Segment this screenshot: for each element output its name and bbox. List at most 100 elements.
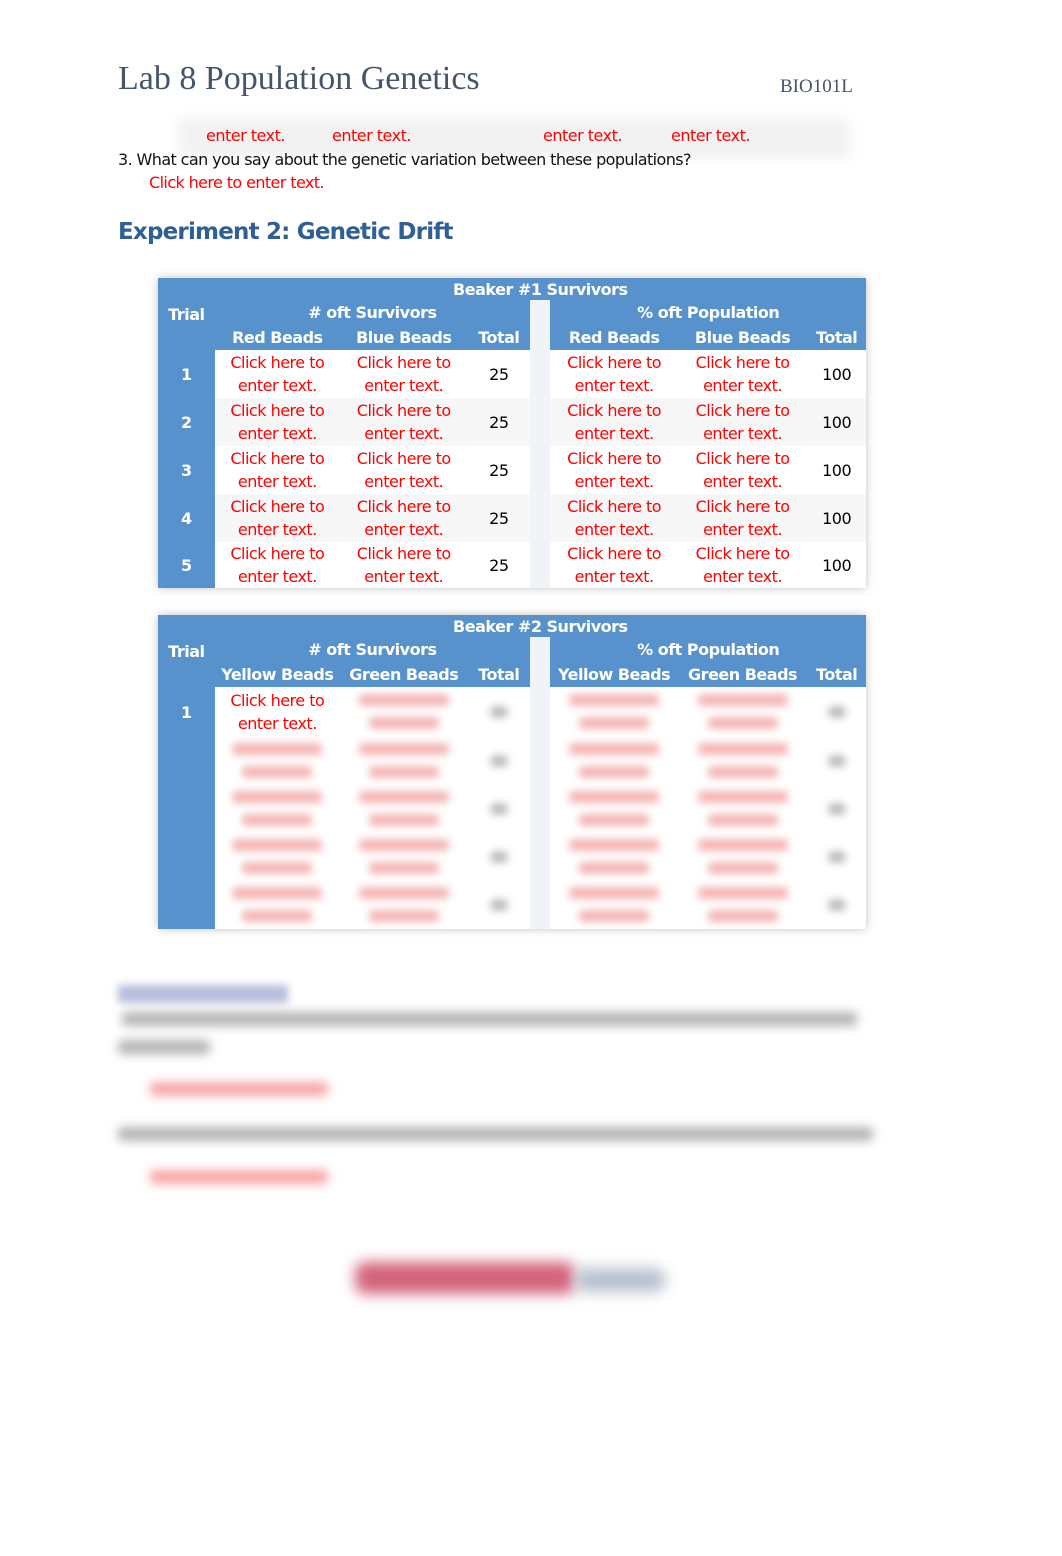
red-beads-count-field[interactable]: Click here to enter text. bbox=[214, 542, 341, 588]
placeholder-text: enter text. bbox=[364, 376, 444, 395]
yellow-beads-count-field[interactable] bbox=[214, 881, 341, 929]
placeholder-text: Click here to bbox=[567, 544, 662, 563]
green-beads-count-field[interactable] bbox=[340, 881, 468, 929]
red-beads-percent-field[interactable]: Click here to enter text. bbox=[550, 542, 678, 588]
placeholder-text: Click here to bbox=[230, 544, 325, 563]
yellow-beads-count-field[interactable] bbox=[214, 737, 341, 785]
blue-beads-percent-field[interactable]: Click here to enter text. bbox=[677, 350, 808, 398]
green-beads-count-field[interactable] bbox=[340, 687, 468, 737]
column-gap bbox=[530, 542, 551, 588]
blue-beads-count-field[interactable]: Click here to enter text. bbox=[340, 398, 468, 446]
blurred-answer-field[interactable] bbox=[150, 1082, 328, 1096]
yellow-beads-percent-field[interactable] bbox=[550, 785, 678, 833]
question-3-text: 3. What can you say about the genetic va… bbox=[118, 150, 691, 169]
blue-beads-count-field[interactable]: Click here to enter text. bbox=[340, 542, 468, 588]
placeholder-text: Click here to bbox=[230, 691, 325, 710]
green-beads-percent-field[interactable] bbox=[677, 687, 808, 737]
green-beads-count-field[interactable] bbox=[340, 785, 468, 833]
column-header: Red Beads bbox=[568, 327, 660, 347]
column-gap bbox=[530, 494, 551, 542]
placeholder-text: enter text. bbox=[237, 714, 317, 733]
column-header: Blue Beads bbox=[694, 327, 791, 347]
yellow-beads-percent-field[interactable] bbox=[550, 687, 678, 737]
column-header: Green Beads bbox=[688, 664, 798, 684]
trial-number: 2 bbox=[158, 398, 215, 446]
blue-beads-count-field[interactable]: Click here to enter text. bbox=[340, 446, 468, 494]
blurred-post-lab-heading bbox=[118, 985, 288, 1003]
trial-number: 4 bbox=[158, 494, 215, 542]
red-beads-count-field[interactable]: Click here to enter text. bbox=[214, 350, 341, 398]
placeholder-text: Click here to bbox=[230, 449, 325, 468]
table-row: 3 Click here to enter text. Click here to en… bbox=[158, 446, 866, 494]
red-beads-percent-field[interactable]: Click here to enter text. bbox=[550, 350, 678, 398]
red-beads-count-field[interactable]: Click here to enter text. bbox=[214, 446, 341, 494]
red-beads-percent-field[interactable]: Click here to enter text. bbox=[550, 494, 678, 542]
red-beads-percent-field[interactable]: Click here to enter text. bbox=[550, 398, 678, 446]
column-gap bbox=[530, 881, 551, 929]
count-total bbox=[467, 785, 531, 833]
yellow-beads-percent-field[interactable] bbox=[550, 833, 678, 881]
text-entry-field[interactable]: enter text. bbox=[543, 126, 622, 145]
count-total bbox=[467, 833, 531, 881]
section-heading: Experiment 2: Genetic Drift bbox=[118, 219, 453, 245]
red-beads-count-field[interactable]: Click here to enter text. bbox=[214, 398, 341, 446]
yellow-beads-percent-field[interactable] bbox=[550, 737, 678, 785]
blue-beads-percent-field[interactable]: Click here to enter text. bbox=[677, 542, 808, 588]
column-header: Total bbox=[816, 327, 858, 347]
yellow-beads-count-field[interactable]: Click here to enter text. bbox=[214, 687, 341, 737]
group-header-count: # oft Survivors bbox=[308, 639, 437, 659]
blue-beads-count-field[interactable]: Click here to enter text. bbox=[340, 494, 468, 542]
green-beads-percent-field[interactable] bbox=[677, 785, 808, 833]
group-header-percent: % oft Population bbox=[637, 302, 780, 322]
placeholder-text: Click here to bbox=[356, 401, 451, 420]
table-title: Beaker #1 Survivors bbox=[453, 279, 628, 299]
text-entry-field[interactable]: enter text. bbox=[206, 126, 285, 145]
table-row: 1 Click here to enter text. bbox=[158, 687, 866, 737]
placeholder-text: enter text. bbox=[237, 424, 317, 443]
blurred-logo-suffix bbox=[575, 1268, 665, 1292]
red-beads-percent-field[interactable]: Click here to enter text. bbox=[550, 446, 678, 494]
placeholder-text: enter text. bbox=[574, 472, 654, 491]
table-title: Beaker #2 Survivors bbox=[453, 616, 628, 636]
blurred-logo bbox=[355, 1262, 575, 1294]
placeholder-text: enter text. bbox=[364, 520, 444, 539]
column-header: Blue Beads bbox=[356, 327, 452, 347]
yellow-beads-percent-field[interactable] bbox=[550, 881, 678, 929]
placeholder-text: enter text. bbox=[574, 567, 654, 586]
course-code: BIO101L bbox=[780, 76, 853, 97]
beaker-1-table: Trial Beaker #1 Survivors # oft Survivor… bbox=[158, 278, 866, 588]
yellow-beads-count-field[interactable] bbox=[214, 785, 341, 833]
text-entry-field[interactable]: enter text. bbox=[671, 126, 750, 145]
column-header: Yellow Beads bbox=[558, 664, 671, 684]
percent-total: 100 bbox=[807, 398, 866, 446]
percent-total: 100 bbox=[807, 350, 866, 398]
placeholder-text: Click here to bbox=[230, 401, 325, 420]
text-entry-field[interactable]: enter text. bbox=[332, 126, 411, 145]
placeholder-text: enter text. bbox=[237, 567, 317, 586]
placeholder-text: enter text. bbox=[574, 424, 654, 443]
green-beads-count-field[interactable] bbox=[340, 737, 468, 785]
red-beads-count-field[interactable]: Click here to enter text. bbox=[214, 494, 341, 542]
column-gap bbox=[530, 300, 551, 350]
trial-number-blurred bbox=[158, 881, 215, 929]
blue-beads-count-field[interactable]: Click here to enter text. bbox=[340, 350, 468, 398]
blurred-answer-field[interactable] bbox=[150, 1170, 328, 1184]
column-header: Yellow Beads bbox=[221, 664, 334, 684]
green-beads-percent-field[interactable] bbox=[677, 737, 808, 785]
document-title: Lab 8 Population Genetics bbox=[118, 60, 480, 97]
green-beads-percent-field[interactable] bbox=[677, 881, 808, 929]
placeholder-text: Click here to bbox=[567, 353, 662, 372]
question-3-answer-field[interactable]: Click here to enter text. bbox=[149, 173, 325, 192]
placeholder-text: Click here to bbox=[567, 449, 662, 468]
placeholder-text: Click here to bbox=[695, 401, 790, 420]
green-beads-count-field[interactable] bbox=[340, 833, 468, 881]
column-gap bbox=[530, 398, 551, 446]
green-beads-percent-field[interactable] bbox=[677, 833, 808, 881]
blue-beads-percent-field[interactable]: Click here to enter text. bbox=[677, 494, 808, 542]
percent-total: 100 bbox=[807, 446, 866, 494]
yellow-beads-count-field[interactable] bbox=[214, 833, 341, 881]
blue-beads-percent-field[interactable]: Click here to enter text. bbox=[677, 446, 808, 494]
placeholder-text: enter text. bbox=[364, 567, 444, 586]
placeholder-text: Click here to bbox=[567, 401, 662, 420]
blue-beads-percent-field[interactable]: Click here to enter text. bbox=[677, 398, 808, 446]
